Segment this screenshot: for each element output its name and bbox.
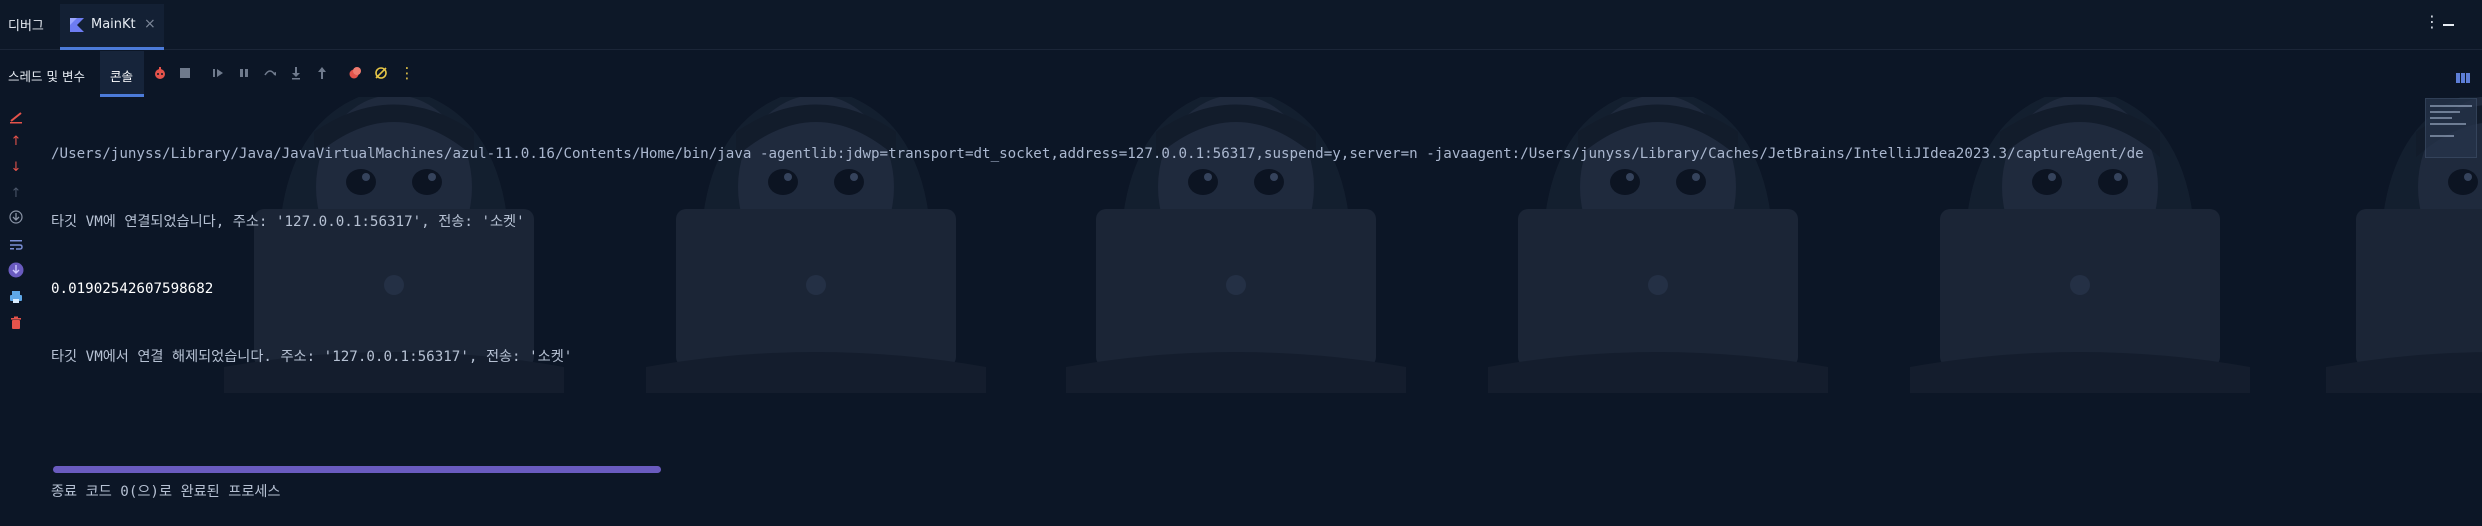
tool-window-header: 디버그 MainKt × ⋮: [0, 0, 2482, 50]
step-over-icon[interactable]: [261, 64, 279, 82]
minimize-icon[interactable]: [2443, 24, 2454, 26]
console-output[interactable]: /Users/junyss/Library/Java/JavaVirtualMa…: [51, 98, 2411, 526]
soft-wrap-icon[interactable]: [6, 235, 26, 255]
pin-icon[interactable]: [6, 260, 26, 280]
step-into-icon[interactable]: [287, 64, 305, 82]
console-minimap[interactable]: [2425, 98, 2477, 158]
down-icon[interactable]: ↓: [6, 157, 26, 177]
more-icon[interactable]: ⋮: [398, 64, 416, 82]
console-line-connected: 타깃 VM에 연결되었습니다, 주소: '127.0.0.1:56317', 전…: [51, 213, 525, 230]
console-gutter-toolbar: ↑ ↓ ↑: [0, 97, 36, 481]
console-line-command: /Users/junyss/Library/Java/JavaVirtualMa…: [51, 146, 2144, 162]
debug-toolbar: 스레드 및 변수 콘솔 ⋮: [0, 51, 2482, 97]
step-out-icon[interactable]: [313, 64, 331, 82]
tab-label: MainKt: [91, 17, 136, 32]
more-options-icon[interactable]: ⋮: [2424, 12, 2440, 31]
tab-threads-variables[interactable]: 스레드 및 변수: [8, 66, 85, 85]
stop-icon[interactable]: [176, 64, 194, 82]
print-icon[interactable]: [6, 287, 26, 307]
kotlin-icon: [70, 18, 84, 32]
scroll-to-end-icon[interactable]: [6, 207, 26, 227]
rerun-icon[interactable]: [151, 64, 169, 82]
panel-title: 디버그: [8, 19, 44, 34]
mute-breakpoints-icon[interactable]: [372, 64, 390, 82]
console-line-exit: 종료 코드 0(으)로 완료된 프로세스: [51, 483, 281, 500]
tab-mainkt[interactable]: MainKt ×: [60, 4, 164, 50]
breakpoints-icon[interactable]: [346, 64, 364, 82]
layout-settings-icon[interactable]: [2456, 68, 2470, 87]
trash-icon[interactable]: [6, 313, 26, 333]
tab-console-label: 콘솔: [110, 69, 134, 84]
tab-console[interactable]: 콘솔: [100, 51, 144, 97]
resume-icon[interactable]: [209, 64, 227, 82]
close-icon[interactable]: ×: [144, 16, 156, 32]
clear-icon[interactable]: [6, 107, 26, 127]
console-line-output: 0.01902542607598682: [51, 281, 214, 297]
up-icon[interactable]: ↑: [6, 131, 26, 151]
pause-icon[interactable]: [235, 64, 253, 82]
console-line-disconnected: 타깃 VM에서 연결 해제되었습니다. 주소: '127.0.0.1:56317…: [51, 348, 573, 365]
up-disabled-icon: ↑: [10, 185, 22, 201]
